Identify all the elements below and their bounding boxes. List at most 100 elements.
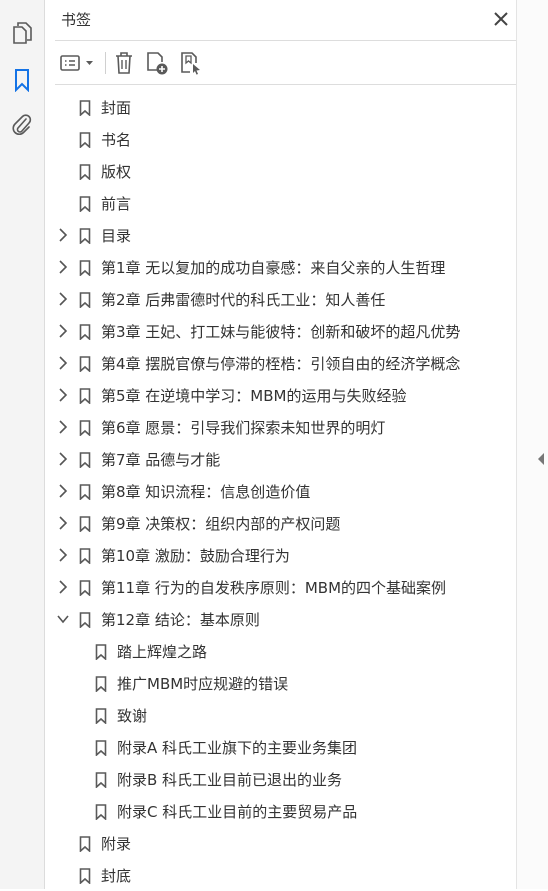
new-bookmark-button[interactable] bbox=[143, 48, 171, 78]
bookmark-label: 附录 bbox=[101, 835, 132, 853]
bookmark-icon bbox=[95, 772, 107, 788]
bookmark-label: 前言 bbox=[101, 195, 132, 213]
bookmark-item[interactable]: 附录A 科氏工业旗下的主要业务集团 bbox=[45, 731, 516, 763]
chevron-right-icon[interactable] bbox=[57, 420, 69, 434]
bookmark-icon bbox=[79, 388, 91, 404]
new-bookmark-icon bbox=[147, 52, 168, 75]
bookmark-item[interactable]: 第5章 在逆境中学习：MBM的运用与失败经验 bbox=[45, 379, 516, 411]
bookmark-item[interactable]: 前言 bbox=[45, 187, 516, 219]
bookmark-item[interactable]: 第7章 品德与才能 bbox=[45, 443, 516, 475]
bookmark-icon bbox=[95, 804, 107, 820]
chevron-right-icon[interactable] bbox=[57, 452, 69, 466]
bookmark-item[interactable]: 第1章 无以复加的成功自豪感：来自父亲的人生哲理 bbox=[45, 251, 516, 283]
bookmark-item[interactable]: 致谢 bbox=[45, 699, 516, 731]
bookmark-label: 第4章 摆脱官僚与停滞的桎梏：引领自由的经济学概念 bbox=[101, 355, 461, 373]
chevron-right-icon[interactable] bbox=[57, 356, 69, 370]
bookmark-icon bbox=[79, 868, 91, 884]
bookmark-icon bbox=[79, 260, 91, 276]
bookmark-icon bbox=[79, 196, 91, 212]
bookmark-label: 第2章 后弗雷德时代的科氏工业：知人善任 bbox=[101, 291, 386, 309]
chevron-right-icon[interactable] bbox=[57, 260, 69, 274]
bookmark-from-structure-icon bbox=[181, 52, 200, 75]
bookmark-icon bbox=[79, 452, 91, 468]
bookmark-label: 踏上辉煌之路 bbox=[117, 643, 208, 661]
bookmark-icon bbox=[95, 708, 107, 724]
bookmark-icon bbox=[79, 484, 91, 500]
chevron-right-icon[interactable] bbox=[57, 484, 69, 498]
chevron-right-icon[interactable] bbox=[57, 580, 69, 594]
bookmark-label: 封底 bbox=[101, 867, 132, 885]
bookmark-label: 目录 bbox=[101, 227, 132, 245]
collapse-panel-button[interactable] bbox=[537, 450, 545, 469]
bookmark-icon bbox=[79, 836, 91, 852]
chevron-right-icon[interactable] bbox=[57, 516, 69, 530]
bookmark-icon bbox=[95, 676, 107, 692]
bookmark-icon bbox=[79, 164, 91, 180]
divider bbox=[55, 84, 516, 85]
collapse-arrow-icon bbox=[538, 453, 544, 465]
chevron-right-icon[interactable] bbox=[57, 388, 69, 402]
divider bbox=[55, 40, 516, 41]
bookmark-icon bbox=[95, 740, 107, 756]
bookmark-item[interactable]: 封底 bbox=[45, 859, 516, 891]
bookmark-label: 第1章 无以复加的成功自豪感：来自父亲的人生哲理 bbox=[101, 259, 446, 277]
bookmark-from-structure-button[interactable] bbox=[177, 48, 205, 78]
attachment-icon[interactable] bbox=[9, 112, 35, 138]
bookmark-icon bbox=[79, 548, 91, 564]
close-icon bbox=[494, 12, 508, 26]
bookmark-label: 书名 bbox=[101, 131, 132, 149]
bookmark-item[interactable]: 书名 bbox=[45, 123, 516, 155]
bookmark-icon bbox=[79, 100, 91, 116]
bookmark-label: 第6章 愿景：引导我们探索未知世界的明灯 bbox=[101, 419, 386, 437]
bookmark-item[interactable]: 第3章 王妃、打工妹与能彼特：创新和破坏的超凡优势 bbox=[45, 315, 516, 347]
chevron-right-icon[interactable] bbox=[57, 324, 69, 338]
bookmark-item[interactable]: 第9章 决策权：组织内部的产权问题 bbox=[45, 507, 516, 539]
bookmark-item[interactable]: 版权 bbox=[45, 155, 516, 187]
navigation-rail bbox=[0, 0, 45, 889]
bookmark-label: 第11章 行为的自发秩序原则：MBM的四个基础案例 bbox=[101, 579, 447, 597]
bookmark-item[interactable]: 第11章 行为的自发秩序原则：MBM的四个基础案例 bbox=[45, 571, 516, 603]
bookmark-item[interactable]: 第2章 后弗雷德时代的科氏工业：知人善任 bbox=[45, 283, 516, 315]
bookmark-label: 第12章 结论：基本原则 bbox=[101, 611, 260, 629]
bookmark-item[interactable]: 第12章 结论：基本原则 bbox=[45, 603, 516, 635]
close-panel-button[interactable] bbox=[492, 10, 510, 28]
bookmarks-toolbar bbox=[55, 44, 516, 82]
pages-icon[interactable] bbox=[9, 20, 35, 46]
bookmark-item[interactable]: 第10章 激励：鼓励合理行为 bbox=[45, 539, 516, 571]
chevron-down-icon[interactable] bbox=[57, 612, 69, 626]
options-menu-icon bbox=[60, 55, 93, 71]
bookmark-label: 致谢 bbox=[117, 707, 148, 725]
bookmark-icon bbox=[79, 132, 91, 148]
chevron-right-icon[interactable] bbox=[57, 548, 69, 562]
delete-bookmark-button[interactable] bbox=[111, 48, 137, 78]
bookmark-item[interactable]: 第4章 摆脱官僚与停滞的桎梏：引领自由的经济学概念 bbox=[45, 347, 516, 379]
bookmark-icon bbox=[79, 612, 91, 628]
bookmark-item[interactable]: 目录 bbox=[45, 219, 516, 251]
bookmark-label: 第3章 王妃、打工妹与能彼特：创新和破坏的超凡优势 bbox=[101, 323, 461, 341]
bookmark-label: 附录A 科氏工业旗下的主要业务集团 bbox=[117, 739, 358, 757]
bookmarks-panel: 书签 封面 书名 版权 前言 目录 第1章 无以复加的成功自豪感：来自父亲的人生… bbox=[45, 0, 516, 889]
bookmark-item[interactable]: 踏上辉煌之路 bbox=[45, 635, 516, 667]
bookmark-item[interactable]: 附录 bbox=[45, 827, 516, 859]
bookmark-icon bbox=[79, 516, 91, 532]
bookmark-item[interactable]: 第6章 愿景：引导我们探索未知世界的明灯 bbox=[45, 411, 516, 443]
bookmark-item[interactable]: 附录B 科氏工业目前已退出的业务 bbox=[45, 763, 516, 795]
bookmark-item[interactable]: 推广MBM时应规避的错误 bbox=[45, 667, 516, 699]
bookmark-item[interactable]: 附录C 科氏工业目前的主要贸易产品 bbox=[45, 795, 516, 827]
bookmark-icon bbox=[79, 292, 91, 308]
bookmark-item[interactable]: 第8章 知识流程：信息创造价值 bbox=[45, 475, 516, 507]
bookmark-label: 第10章 激励：鼓励合理行为 bbox=[101, 547, 290, 565]
delete-icon bbox=[116, 52, 132, 74]
bookmark-icon bbox=[79, 324, 91, 340]
panel-title: 书签 bbox=[61, 11, 92, 29]
chevron-right-icon[interactable] bbox=[57, 228, 69, 242]
bookmark-item[interactable]: 封面 bbox=[45, 91, 516, 123]
bookmark-icon bbox=[79, 228, 91, 244]
bookmark-label: 版权 bbox=[101, 163, 132, 181]
bookmark-label: 推广MBM时应规避的错误 bbox=[117, 675, 289, 693]
chevron-right-icon[interactable] bbox=[57, 292, 69, 306]
bookmark-label: 第5章 在逆境中学习：MBM的运用与失败经验 bbox=[101, 387, 407, 405]
options-menu-button[interactable] bbox=[59, 48, 97, 78]
panel-collapse-strip bbox=[516, 0, 548, 889]
bookmark-icon[interactable] bbox=[9, 67, 35, 93]
